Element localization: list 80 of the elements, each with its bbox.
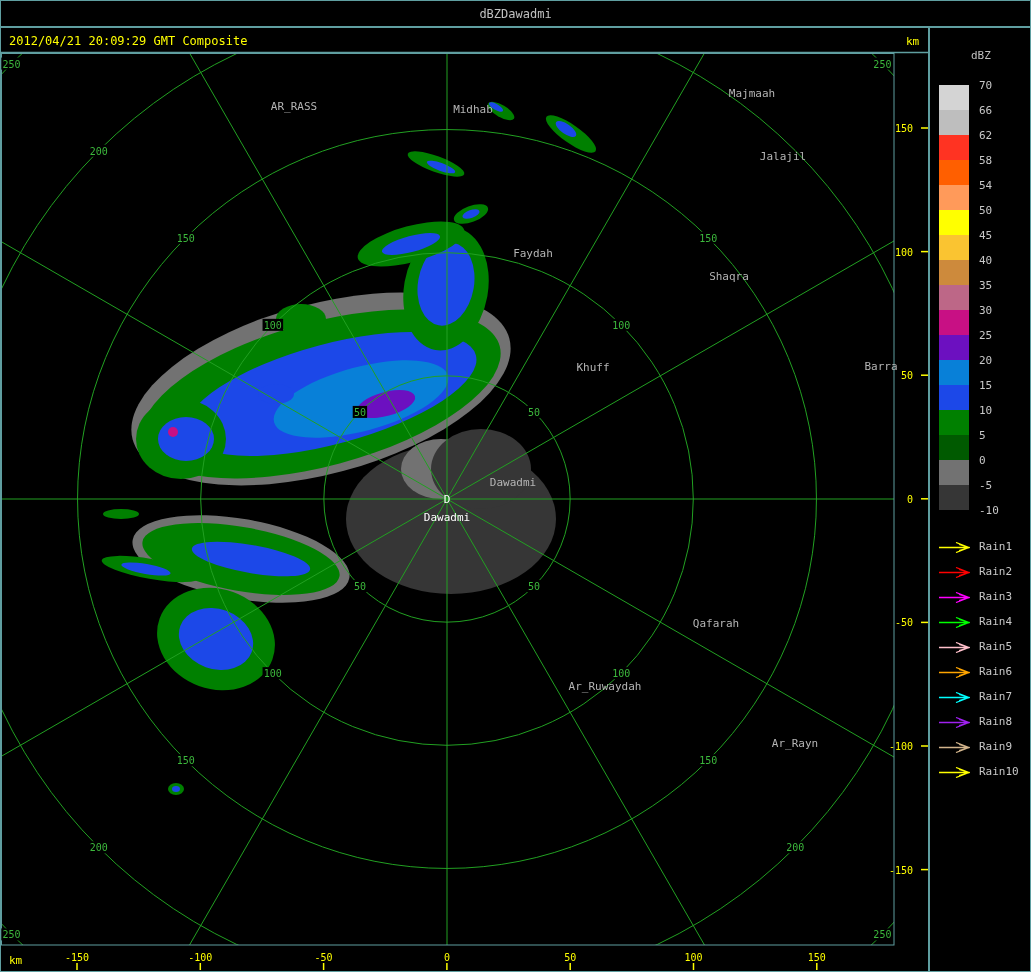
range-ring-label: 250 [873, 58, 892, 70]
y-axis-tick-label: 150 [894, 123, 913, 134]
place-label: Ar_Rayn [771, 737, 819, 750]
range-ring-label: 250 [2, 929, 21, 941]
radar-site-marker: D [443, 493, 451, 506]
range-ring-label: 250 [2, 58, 21, 70]
range-ring-label: 100 [263, 668, 282, 680]
y-axis-tick-label: 100 [894, 246, 913, 258]
scale-label: 58 [979, 153, 994, 169]
range-ring-label: 250 [873, 929, 892, 941]
scale-label: 30 [979, 303, 994, 319]
range-ring-label: 200 [786, 842, 805, 854]
y-axis-tick-label: 50 [900, 370, 913, 382]
scale-label: 15 [979, 378, 994, 394]
track-label: Rain8 [979, 714, 1013, 731]
scale-label: 35 [979, 278, 994, 294]
scale-label: 0 [979, 453, 987, 469]
range-ring-label: 50 [528, 406, 541, 418]
track-label: Rain3 [979, 589, 1013, 606]
range-ring-label: 100 [263, 319, 282, 331]
radar-site-label: Dawadmi [423, 511, 471, 524]
track-label: Rain1 [979, 539, 1013, 556]
place-label: Dawadmi [489, 476, 537, 489]
range-ring-label: 150 [699, 755, 718, 767]
place-label: Barra [864, 360, 898, 373]
range-ring-label: 200 [89, 842, 108, 854]
track-label: Rain7 [979, 689, 1013, 706]
x-axis-unit-label: km [9, 954, 23, 967]
place-label: Khuff [576, 361, 610, 374]
scale-label: 25 [979, 328, 994, 344]
scale-label: 54 [979, 178, 994, 194]
y-axis-tick-label: -50 [894, 617, 913, 629]
scale-label: 62 [979, 128, 994, 144]
scale-label: 66 [979, 103, 994, 119]
x-axis-tick-label: 100 [684, 952, 703, 963]
place-label: Shaqra [709, 270, 749, 283]
y-axis-tick-label: -150 [888, 864, 913, 876]
scale-label: 50 [979, 203, 994, 219]
place-label: AR_RASS [270, 100, 318, 113]
place-label: Majmaah [728, 87, 776, 100]
place-label: Jalajil [759, 150, 807, 163]
timestamp-label: 2012/04/21 20:09:29 GMT Composite [9, 34, 248, 48]
scale-label: 5 [979, 428, 987, 444]
scale-label: 10 [979, 403, 994, 419]
scale-label: 20 [979, 353, 994, 369]
place-label: Ar_Ruwaydah [568, 680, 642, 693]
range-ring-label: 200 [89, 145, 108, 157]
scale-label: -10 [979, 503, 999, 519]
range-ring-label: 100 [612, 319, 631, 331]
range-ring-label: 50 [528, 581, 541, 593]
y-axis-tick-label: 0 [906, 493, 913, 505]
y-axis-tick-label: -100 [888, 741, 913, 752]
scale-label: -5 [979, 478, 994, 494]
range-ring-label: 150 [699, 232, 718, 244]
x-axis-tick-label: -150 [64, 952, 90, 963]
x-axis-tick-label: -100 [188, 952, 213, 963]
track-label: Rain4 [979, 614, 1013, 631]
scale-label: 40 [979, 253, 994, 269]
range-ring-label: 100 [612, 668, 631, 680]
x-axis-tick-label: 50 [564, 952, 577, 963]
track-label: Rain2 [979, 564, 1013, 581]
scale-label: 45 [979, 228, 994, 244]
track-label: Rain9 [979, 739, 1013, 756]
scale-label: 70 [979, 78, 994, 94]
x-axis-tick-label: 0 [443, 952, 450, 963]
track-label: Rain10 [979, 764, 1019, 781]
place-label: Midhab [453, 103, 493, 116]
range-ring-label: 150 [176, 755, 195, 767]
place-label: Faydah [513, 247, 553, 260]
legend-title: dBZ [971, 48, 992, 64]
window-title: dBZDawadmi [479, 5, 552, 23]
range-ring-label: 50 [353, 581, 366, 593]
place-label: Qafarah [692, 617, 740, 630]
range-ring-label: 150 [176, 232, 195, 244]
track-label: Rain5 [979, 639, 1013, 656]
track-label: Rain6 [979, 664, 1013, 681]
range-ring-label: 50 [353, 406, 366, 418]
x-axis-tick-label: 150 [807, 952, 826, 963]
unit-label: km [906, 35, 920, 48]
x-axis-tick-label: -50 [314, 952, 333, 963]
